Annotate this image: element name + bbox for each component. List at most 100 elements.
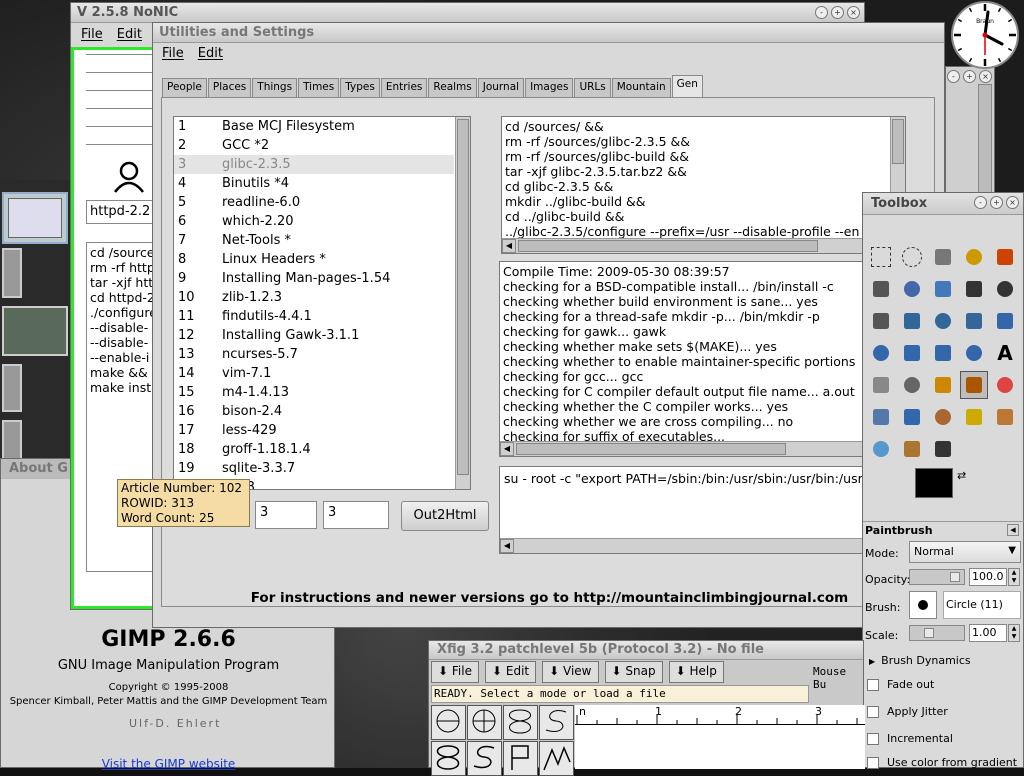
blend-tool-icon[interactable] bbox=[898, 371, 926, 399]
package-list-item[interactable]: 8 Linux Headers * bbox=[174, 250, 454, 269]
tab-gen[interactable]: Gen bbox=[671, 75, 703, 97]
select-by-color-tool-icon[interactable] bbox=[991, 243, 1019, 271]
open-spline-tool-icon[interactable] bbox=[539, 705, 574, 740]
dodge-burn-tool-icon[interactable] bbox=[929, 435, 957, 463]
shear-tool-icon[interactable] bbox=[898, 339, 926, 367]
minimize-icon[interactable]: - bbox=[815, 6, 828, 19]
close-icon[interactable]: × bbox=[847, 6, 860, 19]
package-list-item[interactable]: 10 zlib-1.2.3 bbox=[174, 288, 454, 307]
scroll-left-icon[interactable]: ◀ bbox=[502, 239, 516, 253]
rect-select-tool-icon[interactable] bbox=[867, 243, 895, 271]
workspace-thumbnail[interactable] bbox=[2, 248, 22, 298]
paths-tool-icon[interactable] bbox=[929, 275, 957, 303]
tool-options-menu-icon[interactable]: ◀ bbox=[1007, 524, 1019, 536]
perspective-clone-tool-icon[interactable] bbox=[991, 403, 1019, 431]
scale-tool-icon[interactable] bbox=[867, 339, 895, 367]
color-picker-tool-icon[interactable] bbox=[960, 275, 988, 303]
maximize-icon[interactable]: + bbox=[831, 6, 844, 19]
workspace-thumbnail[interactable] bbox=[2, 192, 68, 244]
tab-realms[interactable]: Realms bbox=[428, 78, 477, 97]
ellipse-select-tool-icon[interactable] bbox=[898, 243, 926, 271]
command-entry[interactable]: su - root -c "export PATH=/sbin:/bin:/us… bbox=[499, 466, 869, 554]
tab-things[interactable]: Things bbox=[252, 78, 298, 97]
package-list-item[interactable]: 14 vim-7.1 bbox=[174, 364, 454, 383]
clone-tool-icon[interactable] bbox=[929, 403, 957, 431]
package-list-item[interactable]: 1 Base MCJ Filesystem bbox=[174, 117, 454, 136]
package-list-item[interactable]: 2 GCC *2 bbox=[174, 136, 454, 155]
nonic-entry[interactable]: httpd-2.2 bbox=[86, 200, 156, 224]
interp-closed-spline-icon[interactable] bbox=[431, 741, 466, 776]
tab-mountain[interactable]: Mountain bbox=[611, 78, 671, 97]
tab-images[interactable]: Images bbox=[525, 78, 574, 97]
field-2[interactable]: 3 bbox=[255, 501, 317, 529]
option-fade-out[interactable]: Fade out bbox=[867, 678, 934, 691]
utilities-menu-edit[interactable]: Edit bbox=[198, 46, 223, 61]
scroll-left-icon[interactable]: ◀ bbox=[500, 539, 514, 553]
closed-spline-tool-icon[interactable] bbox=[503, 705, 538, 740]
xfig-menu-file[interactable]: ⬇ File bbox=[431, 661, 479, 683]
minimize-icon[interactable]: - bbox=[947, 70, 960, 83]
mode-select[interactable]: Normal ▼ bbox=[909, 541, 1021, 563]
opacity-field[interactable]: 100.0 bbox=[969, 568, 1007, 586]
smudge-tool-icon[interactable] bbox=[898, 435, 926, 463]
scale-field[interactable]: 1.00 bbox=[969, 624, 1007, 642]
script-editor-hscroll[interactable]: ◀ bbox=[502, 238, 905, 253]
xfig-menu-view[interactable]: ⬇ View bbox=[542, 661, 599, 683]
xfig-menu-help[interactable]: ⬇ Help bbox=[668, 661, 724, 683]
rotate-tool-icon[interactable] bbox=[991, 307, 1019, 335]
workspace-thumbnail[interactable] bbox=[2, 306, 68, 356]
package-list-item[interactable]: 12 Installing Gawk-3.1.1 bbox=[174, 326, 454, 345]
package-list-item[interactable]: 9 Installing Man-pages-1.54 bbox=[174, 269, 454, 288]
option-apply-jitter[interactable]: Apply Jitter bbox=[867, 705, 948, 718]
package-list-item[interactable]: 18 groff-1.18.1.4 bbox=[174, 440, 454, 459]
utilities-menu-file[interactable]: File bbox=[162, 46, 184, 61]
nonic-menu-edit[interactable]: Edit bbox=[117, 27, 142, 42]
align-tool-icon[interactable] bbox=[929, 307, 957, 335]
utilities-titlebar[interactable]: Utilities and Settings bbox=[153, 23, 944, 43]
scrollbar[interactable] bbox=[978, 84, 992, 194]
heal-tool-icon[interactable] bbox=[960, 403, 988, 431]
scroll-left-icon[interactable]: ◀ bbox=[500, 442, 514, 456]
opacity-slider[interactable] bbox=[909, 569, 965, 585]
package-list-item[interactable]: 15 m4-1.4.13 bbox=[174, 383, 454, 402]
workspace-thumbnail[interactable] bbox=[2, 420, 22, 460]
package-list-item[interactable]: 5 readline-6.0 bbox=[174, 193, 454, 212]
compile-output-hscroll[interactable]: ◀ bbox=[500, 441, 868, 456]
package-list-item[interactable]: 17 less-429 bbox=[174, 421, 454, 440]
blur-tool-icon[interactable] bbox=[867, 435, 895, 463]
xfig-menu-snap[interactable]: ⬇ Snap bbox=[604, 661, 663, 683]
perspective-tool-icon[interactable] bbox=[929, 339, 957, 367]
gimp-website-link[interactable]: Visit the GIMP website bbox=[1, 757, 336, 771]
close-icon[interactable]: × bbox=[979, 70, 992, 83]
option-use-gradient[interactable]: Use color from gradient bbox=[867, 756, 1017, 769]
package-list-item[interactable]: 7 Net-Tools * bbox=[174, 231, 454, 250]
foreground-color-swatch[interactable] bbox=[915, 468, 953, 498]
package-list-item[interactable]: 4 Binutils *4 bbox=[174, 174, 454, 193]
paintbrush-tool-icon[interactable] bbox=[960, 371, 988, 399]
gimp-about-tab[interactable]: About G bbox=[1, 459, 76, 479]
swap-colors-icon[interactable]: ⇄ bbox=[957, 469, 966, 482]
command-hscroll[interactable]: ◀ bbox=[500, 538, 868, 553]
move-tool-icon[interactable] bbox=[898, 307, 926, 335]
tab-urls[interactable]: URLs bbox=[574, 78, 611, 97]
nonic-menu-file[interactable]: File bbox=[81, 27, 103, 42]
pencil-tool-icon[interactable] bbox=[929, 371, 957, 399]
toolbox-titlebar[interactable]: Toolbox - + × bbox=[863, 193, 1023, 215]
compile-output[interactable]: Compile Time: 2009-05-30 08:39:57 checki… bbox=[499, 261, 869, 457]
xfig-menu-edit[interactable]: ⬇ Edit bbox=[484, 661, 537, 683]
close-icon[interactable]: × bbox=[1006, 196, 1019, 209]
nonic-titlebar[interactable]: V 2.5.8 NoNIC - + × bbox=[71, 3, 864, 23]
polyline-tool-icon[interactable] bbox=[539, 741, 574, 776]
bucket-fill-tool-icon[interactable] bbox=[867, 371, 895, 399]
package-list-scrollbar[interactable] bbox=[455, 117, 470, 489]
xfig-titlebar[interactable]: Xfig 3.2 patchlevel 5b (Protocol 3.2) - … bbox=[429, 641, 863, 660]
package-list-item[interactable]: 13 ncurses-5.7 bbox=[174, 345, 454, 364]
free-select-tool-icon[interactable] bbox=[929, 243, 957, 271]
scale-slider[interactable] bbox=[909, 625, 965, 641]
measure-tool-icon[interactable] bbox=[867, 307, 895, 335]
maximize-icon[interactable]: + bbox=[990, 196, 1003, 209]
field-3[interactable]: 3 bbox=[323, 501, 389, 529]
maximize-icon[interactable]: + bbox=[963, 70, 976, 83]
tab-entries[interactable]: Entries bbox=[380, 78, 428, 97]
tab-types[interactable]: Types bbox=[340, 78, 380, 97]
